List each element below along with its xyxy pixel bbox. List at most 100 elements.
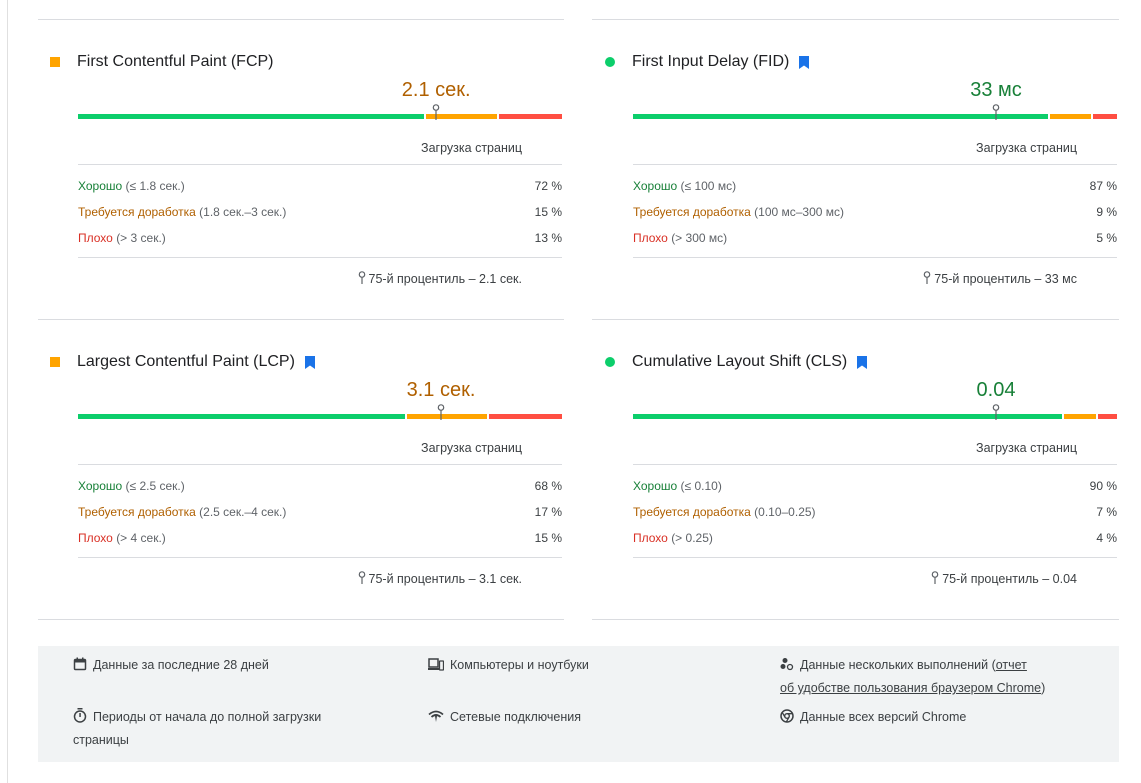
divider-bottom-right (592, 619, 1119, 620)
distribution-bar (633, 104, 1117, 120)
column-header: Загрузка страниц (421, 441, 522, 455)
footer-versions: Данные всех версий Chrome (780, 707, 966, 730)
dist-row-range: (≤ 1.8 сек.) (125, 179, 185, 193)
status-needs-improvement-icon (50, 57, 60, 67)
dist-row-good: Хорошо (≤ 100 мс) 87 % (633, 179, 1117, 195)
dist-row-label: Хорошо (≤ 1.8 сек.) (78, 179, 185, 193)
dist-row-range: (≤ 0.10) (680, 479, 722, 493)
dist-row-range: (0.10–0.25) (754, 505, 816, 519)
dist-row-range: (> 3 сек.) (116, 231, 166, 245)
dist-row-percent: 90 % (1089, 479, 1117, 493)
column-header: Загрузка страниц (976, 441, 1077, 455)
crux-report-link[interactable]: отчет (996, 658, 1027, 672)
percentile-text: 75-й процентиль – 3.1 сек. (368, 572, 522, 586)
dist-row-good: Хорошо (≤ 1.8 сек.) 72 % (78, 179, 562, 195)
dist-row-percent: 17 % (534, 505, 562, 519)
divider-top-right (592, 19, 1119, 20)
dist-row-range: (> 4 сек.) (116, 531, 166, 545)
percentile-summary: 75-й процентиль – 2.1 сек. (358, 271, 522, 287)
percentile-summary: 75-й процентиль – 0.04 (931, 571, 1077, 587)
timer-icon (73, 708, 87, 730)
dist-row-label: Хорошо (≤ 100 мс) (633, 179, 736, 193)
card-title-lcp: Largest Contentful Paint (LCP) (77, 353, 295, 370)
crux-report-link-continued[interactable]: об удобстве пользования браузером Chrome (780, 681, 1041, 695)
dist-row-poor: Плохо (> 300 мс) 5 % (633, 231, 1117, 247)
distribution-bar (78, 104, 562, 120)
status-good-icon (605, 357, 615, 367)
dist-row-percent: 13 % (534, 231, 562, 245)
core-web-vitals-bookmark-icon (857, 355, 868, 369)
dist-row-percent: 87 % (1089, 179, 1117, 193)
footer-durations: Периоды от начала до полной загрузки стр… (73, 707, 321, 751)
footer-versions-text: Данные всех версий Chrome (800, 710, 967, 724)
bar-segment-poor (499, 114, 562, 119)
percentile-text: 75-й процентиль – 33 мс (934, 272, 1077, 286)
bar-segment-needs-improvement (1064, 414, 1096, 419)
bar-segment-good (78, 414, 406, 419)
card-header-cls: Cumulative Layout Shift (CLS) (593, 351, 868, 373)
card-header-fid: First Input Delay (FID) (593, 51, 810, 73)
table-divider-bottom (633, 257, 1117, 258)
percentile-pin-icon (992, 404, 1000, 420)
dist-row-range: (≤ 100 мс) (680, 179, 737, 193)
pin-icon (931, 571, 939, 587)
core-web-vitals-bookmark-icon (799, 55, 810, 69)
footer-durations-line2: страницы (73, 733, 129, 747)
bar-segment-good (78, 114, 425, 119)
status-good-icon (605, 57, 615, 67)
dist-row-percent: 15 % (534, 205, 562, 219)
dist-row-category: Плохо (78, 231, 113, 245)
dist-row-label: Плохо (> 3 сек.) (78, 231, 166, 245)
table-divider-bottom (78, 557, 562, 558)
bar-segment-needs-improvement (407, 414, 488, 419)
table-divider-bottom (78, 257, 562, 258)
divider-bottom-left (38, 619, 564, 620)
metric-value-lcp: 3.1 сек. (406, 379, 476, 401)
dist-row-percent: 5 % (1096, 231, 1117, 245)
laptop-icon (428, 657, 445, 678)
left-border (7, 0, 8, 783)
dist-row-label: Хорошо (≤ 0.10) (633, 479, 722, 493)
dist-row-poor: Плохо (> 0.25) 4 % (633, 531, 1117, 547)
footer-runs-text: Данные нескольких выполнений ( (800, 658, 996, 672)
dist-row-needs-improvement: Требуется доработка (2.5 сек.–4 сек.) 17 … (78, 505, 562, 521)
metric-card-fid: First Input Delay (FID) 33 мс Загрузка стр… (593, 51, 1117, 301)
card-header-fcp: First Contentful Paint (FCP) (38, 51, 274, 73)
bar-segment-good (633, 114, 1048, 119)
column-header: Загрузка страниц (976, 141, 1077, 155)
bar-segment-needs-improvement (1049, 114, 1092, 119)
pin-icon (923, 271, 931, 287)
dist-row-range: (> 300 мс) (671, 231, 728, 245)
footer-devices-text: Компьютеры и ноутбуки (450, 658, 589, 672)
dist-row-category: Плохо (633, 531, 668, 545)
dist-row-percent: 72 % (534, 179, 562, 193)
core-web-vitals-bookmark-icon (304, 355, 315, 369)
percentile-pin-icon (432, 104, 440, 120)
dist-row-range: (≤ 2.5 сек.) (125, 479, 185, 493)
chrome-icon (780, 709, 794, 730)
metric-card-lcp: Largest Contentful Paint (LCP) 3.1 сек. За… (38, 351, 562, 601)
pin-icon (358, 571, 366, 587)
dist-row-label: Требуется доработка (1.8 сек.–3 сек.) (78, 205, 286, 219)
dist-row-category: Хорошо (633, 479, 678, 493)
footer-period-text: Данные за последние 28 дней (93, 658, 269, 672)
dist-row-category: Требуется доработка (633, 505, 751, 519)
dist-row-label: Требуется доработка (0.10–0.25) (633, 505, 816, 519)
distribution-bar (633, 404, 1117, 420)
dist-row-percent: 7 % (1096, 505, 1117, 519)
metric-card-cls: Cumulative Layout Shift (CLS) 0.04 Загрузк… (593, 351, 1117, 601)
dist-row-category: Требуется доработка (633, 205, 751, 219)
dist-row-category: Хорошо (78, 179, 123, 193)
dist-row-category: Хорошо (78, 479, 123, 493)
wifi-icon (428, 709, 444, 730)
dist-row-category: Требуется доработка (78, 205, 196, 219)
divider-top-left (38, 19, 564, 20)
card-title-cls: Cumulative Layout Shift (CLS) (632, 353, 848, 370)
footer-network: Сетевые подключения (428, 707, 581, 730)
column-header: Загрузка страниц (421, 141, 522, 155)
dist-row-range: (1.8 сек.–3 сек.) (199, 205, 287, 219)
dist-row-category: Плохо (633, 231, 668, 245)
footer-network-text: Сетевые подключения (450, 710, 582, 724)
dist-row-label: Требуется доработка (100 мс–300 мс) (633, 205, 844, 219)
card-title-fcp: First Contentful Paint (FCP) (77, 53, 274, 70)
